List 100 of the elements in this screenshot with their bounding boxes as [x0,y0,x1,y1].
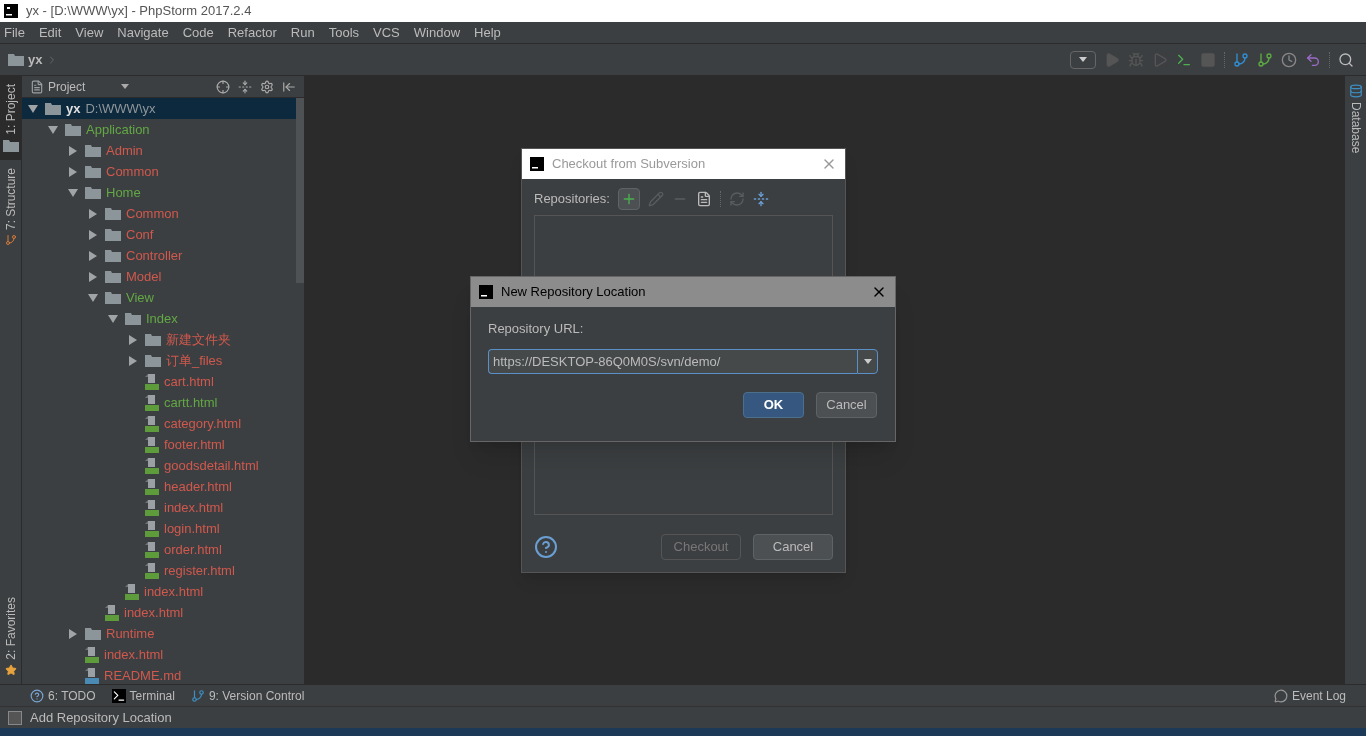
tree-item[interactable]: README.md [22,665,296,684]
tree-item-label: category.html [164,414,242,433]
tree-item[interactable]: Controller [22,245,296,266]
revert-icon[interactable] [1305,51,1321,68]
expand-arrow-icon[interactable] [108,314,118,323]
menu-item[interactable]: Window [411,22,463,43]
run-config-dropdown[interactable] [1070,50,1096,69]
folder-icon [8,53,24,66]
panel-title[interactable]: Project [48,77,86,96]
menu-item[interactable]: Tools [326,22,362,43]
tree-item[interactable]: index.html [22,602,296,623]
tree-item[interactable]: login.html [22,518,296,539]
collapse-arrow-icon[interactable] [89,229,97,240]
caret-icon[interactable] [121,84,130,89]
collapse-arrow-icon[interactable] [89,271,97,282]
tree-item[interactable]: Runtime [22,623,296,644]
collapse-arrow-icon[interactable] [69,145,77,156]
tree-item[interactable]: Admin [22,140,296,161]
tree-item-label: index.html [164,498,224,517]
tool-window-button[interactable]: 6: TODO [30,686,96,705]
menu-item[interactable]: View [73,22,106,43]
dialog-button[interactable]: Cancel [816,391,877,418]
settings-icon[interactable] [260,79,274,94]
tree-item[interactable]: Common [22,203,296,224]
tree-item[interactable]: order.html [22,539,296,560]
tree-item[interactable]: index.html [22,644,296,665]
menu-item[interactable]: Navigate [115,22,171,43]
menu-item[interactable]: Code [180,22,216,43]
expand-arrow-icon[interactable] [48,125,58,134]
file-icon [145,457,159,474]
tree-item[interactable]: header.html [22,476,296,497]
breadcrumb[interactable]: yx [28,49,43,70]
tool-window-tab[interactable]: 7: Structure [0,159,22,254]
collapse-arrow-icon[interactable] [69,628,77,639]
tool-window-tab[interactable]: 2: Favorites [0,589,22,684]
tree-item-label: Controller [126,246,183,265]
tree-item[interactable]: index.html [22,581,296,602]
tree-item[interactable]: Index [22,308,296,329]
scrollbar[interactable] [296,98,304,283]
tree-item[interactable]: cartt.html [22,392,296,413]
tool-window-tab[interactable]: 1: Project [0,76,22,160]
tree-item-label: index.html [104,645,164,664]
menu-item[interactable]: VCS [371,22,402,43]
star-icon [5,664,17,676]
tree-item[interactable]: category.html [22,413,296,434]
document-icon[interactable] [695,191,712,207]
tree-item[interactable]: Home [22,182,296,203]
tree-item[interactable]: register.html [22,560,296,581]
status-text: Add Repository Location [30,708,172,727]
tree-item[interactable]: Application [22,119,296,140]
tree-item[interactable]: 新建文件夹 [22,329,296,350]
tree-item[interactable]: footer.html [22,434,296,455]
tool-window-button[interactable]: 9: Version Control [190,686,305,705]
file-icon [85,646,99,663]
tree-item[interactable]: Common [22,161,296,182]
tree-item[interactable]: 订单_files [22,350,296,371]
menu-item[interactable]: Refactor [225,22,279,43]
help-icon[interactable] [534,535,558,559]
collapse-icon[interactable] [752,191,769,207]
history-icon[interactable] [1281,51,1297,68]
menu-item[interactable]: Edit [36,22,64,43]
folder-icon [85,165,101,178]
tree-item[interactable]: Conf [22,224,296,245]
hide-panel-icon[interactable] [282,79,296,94]
tool-window-button[interactable]: Terminal [111,686,175,705]
expand-arrow-icon[interactable] [28,104,38,113]
tree-item-label: header.html [164,477,232,496]
dialog-title: New Repository Location [501,283,646,302]
tree-item-label: cartt.html [164,393,218,412]
locate-icon[interactable] [216,79,230,94]
tree-item[interactable]: goodsdetail.html [22,455,296,476]
collapse-arrow-icon[interactable] [69,166,77,177]
tree-item[interactable]: index.html [22,497,296,518]
add-button[interactable] [617,188,640,210]
tree-item-label: yx [66,99,81,118]
expand-arrow-icon[interactable] [88,293,98,302]
collapse-arrow-icon[interactable] [129,355,137,366]
collapse-all-icon[interactable] [238,79,252,94]
repositories-label: Repositories: [534,190,610,209]
tool-window-tab[interactable]: Database [1346,84,1365,154]
file-icon [145,478,159,495]
menu-item[interactable]: File [2,22,27,43]
url-field[interactable]: https://DESKTOP-86Q0M0S/svn/demo/ [488,348,857,374]
expand-arrow-icon[interactable] [68,188,78,197]
menu-item[interactable]: Run [288,22,317,43]
tree-item[interactable]: yx D:\WWW\yx [22,98,296,119]
tree-item[interactable]: View [22,287,296,308]
dialog-button[interactable]: OK [743,391,804,418]
tree-item-label: Model [126,267,162,286]
dialog-button[interactable]: Cancel [753,534,833,560]
search-icon[interactable] [1338,51,1354,68]
collapse-arrow-icon[interactable] [89,250,97,261]
dropdown-button[interactable] [857,348,878,374]
collapse-arrow-icon[interactable] [89,208,97,219]
menu-item[interactable]: Help [472,22,503,43]
tree-item[interactable]: cart.html [22,371,296,392]
folder-icon [85,627,101,640]
tree-item[interactable]: Model [22,266,296,287]
event-log-button[interactable]: Event Log [1273,686,1346,705]
collapse-arrow-icon[interactable] [129,334,137,345]
